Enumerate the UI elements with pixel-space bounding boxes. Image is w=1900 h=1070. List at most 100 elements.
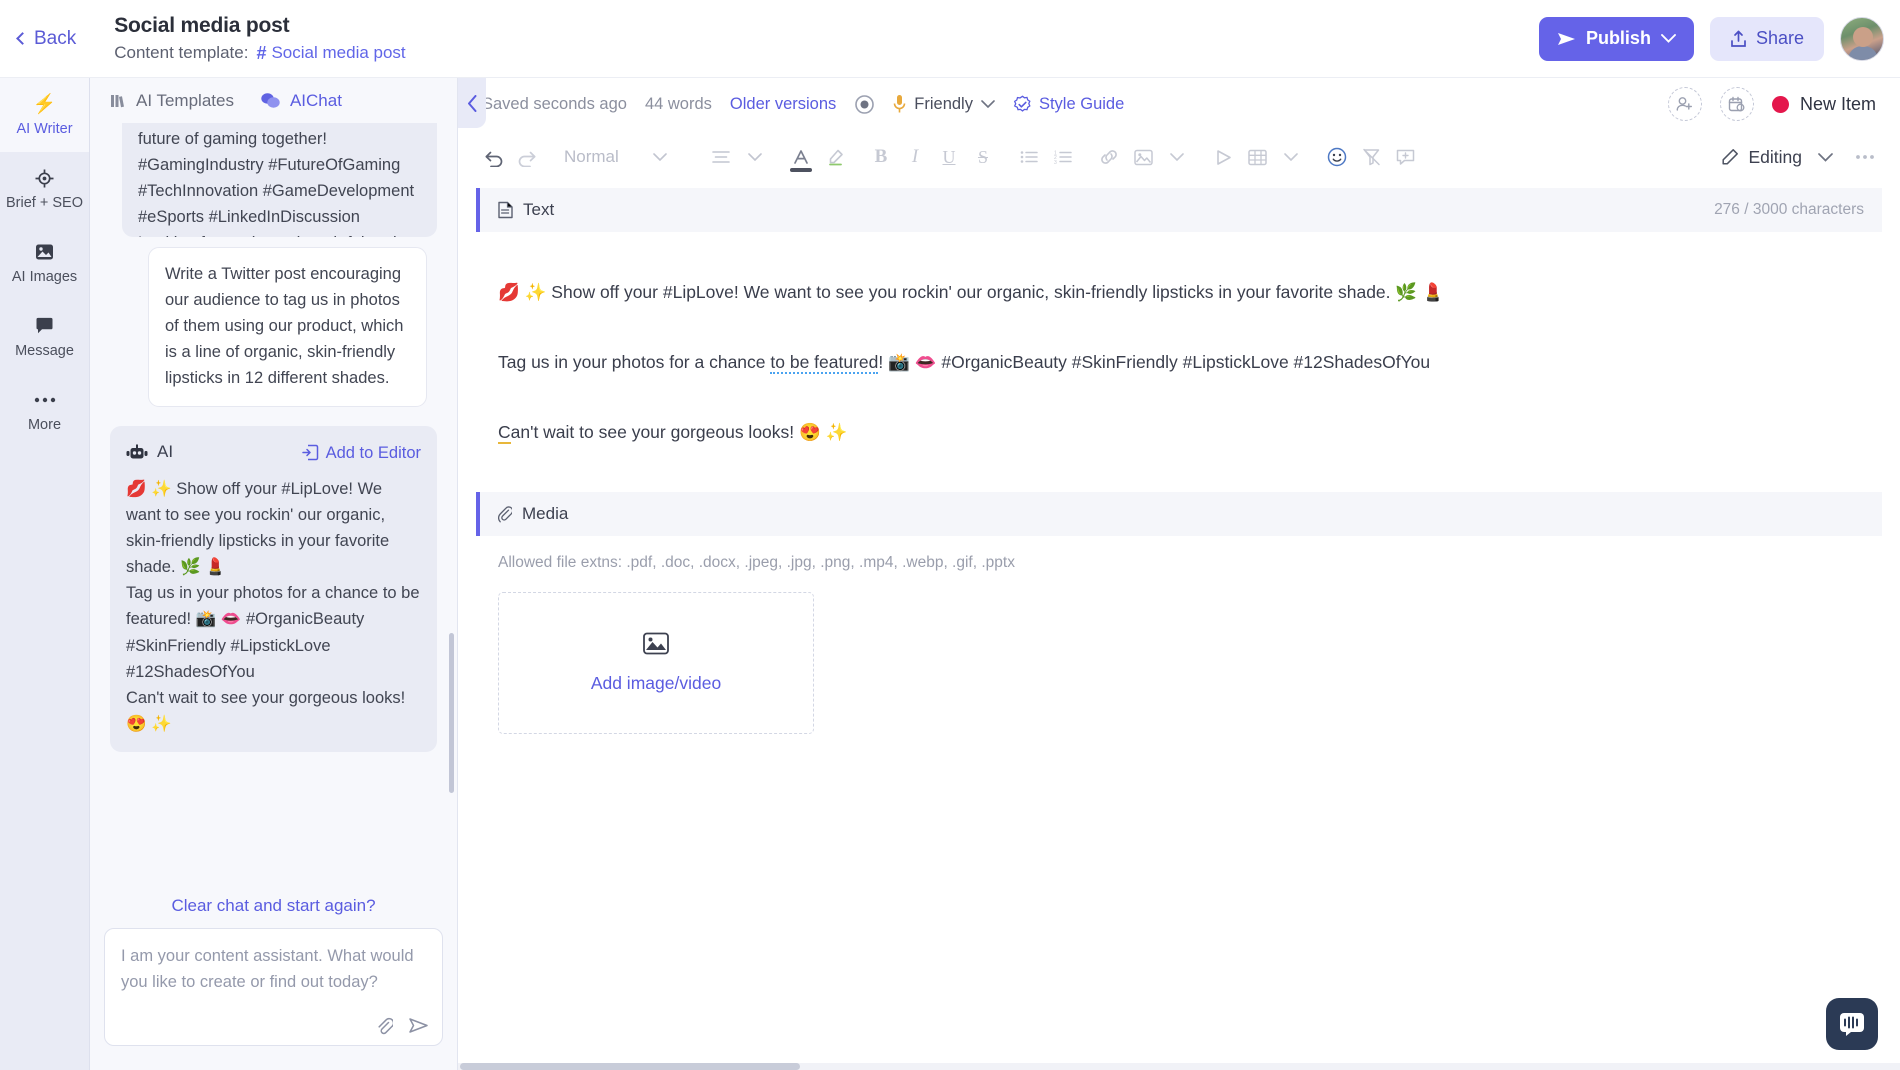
document-icon xyxy=(498,201,513,219)
send-icon xyxy=(1557,31,1576,47)
template-breadcrumb: Content template: # Social media post xyxy=(114,43,405,64)
top-bar: Back Social media post Content template:… xyxy=(0,0,1900,78)
clear-format-icon[interactable] xyxy=(1354,140,1388,174)
style-guide-button[interactable]: Style Guide xyxy=(1013,95,1124,114)
rail-item-more[interactable]: More xyxy=(0,374,89,448)
undo-icon[interactable] xyxy=(476,140,510,174)
chat-message-author: AI xyxy=(157,439,173,466)
align-icon[interactable] xyxy=(704,140,738,174)
ai-chat-panel: AI Templates AIChat perspective is inval… xyxy=(90,78,458,1070)
tab-aichat[interactable]: AIChat xyxy=(260,91,342,111)
template-link[interactable]: # Social media post xyxy=(256,43,405,64)
horizontal-scrollbar[interactable] xyxy=(460,1063,800,1070)
chat-bubble-icon xyxy=(35,316,54,337)
template-name: Social media post xyxy=(271,43,405,63)
chat-message-header: AI Add to Editor xyxy=(126,439,421,466)
attachment-icon[interactable] xyxy=(376,1017,393,1035)
editing-chevron-down-icon[interactable] xyxy=(1808,140,1842,174)
comment-icon[interactable] xyxy=(1388,140,1422,174)
chat-message-ai-latest: AI Add to Editor 💋 ✨ Show off your #LipL… xyxy=(110,426,437,751)
bold-icon[interactable]: B xyxy=(864,140,898,174)
chat-message-ai-previous: perspective is invaluable. Drop your ins… xyxy=(122,123,437,237)
rail-label-ai-writer: AI Writer xyxy=(16,121,72,137)
share-label: Share xyxy=(1756,28,1804,49)
link-icon[interactable] xyxy=(1092,140,1126,174)
editing-mode-button[interactable]: Editing xyxy=(1720,147,1802,168)
lightning-bolt-icon: ⚡ xyxy=(33,94,57,115)
word-count: 44 words xyxy=(645,95,712,114)
table-chevron-down-icon[interactable] xyxy=(1274,140,1308,174)
add-to-editor-button[interactable]: Add to Editor xyxy=(302,440,421,466)
page-title: Social media post xyxy=(114,14,405,38)
editor-paragraph-3[interactable]: Can't wait to see your gorgeous looks! 😍… xyxy=(476,418,1882,446)
video-icon[interactable] xyxy=(1206,140,1240,174)
rail-label-more: More xyxy=(28,417,61,433)
rail-item-brief-seo[interactable]: Brief + SEO xyxy=(0,152,89,226)
redo-icon[interactable] xyxy=(510,140,544,174)
status-badge[interactable]: New Item xyxy=(1772,94,1876,115)
tab-ai-templates[interactable]: AI Templates xyxy=(110,91,234,111)
align-chevron-down-icon[interactable] xyxy=(738,140,772,174)
highlight-icon[interactable] xyxy=(818,140,852,174)
chat-scrollbar[interactable] xyxy=(449,633,454,793)
table-icon[interactable] xyxy=(1240,140,1274,174)
image-chevron-down-icon[interactable] xyxy=(1160,140,1194,174)
share-button[interactable]: Share xyxy=(1710,17,1824,61)
toolbar-right: Editing xyxy=(1720,140,1882,174)
editor-paragraph-1[interactable]: 💋 ✨ Show off your #LipLove! We want to s… xyxy=(476,278,1882,306)
tab-ai-templates-label: AI Templates xyxy=(136,91,234,111)
pencil-icon xyxy=(1720,148,1739,167)
image-icon xyxy=(35,242,54,263)
chat-message-list[interactable]: perspective is invaluable. Drop your ins… xyxy=(90,123,457,874)
clear-chat-link[interactable]: Clear chat and start again? xyxy=(90,874,457,928)
emoji-icon[interactable] xyxy=(1320,140,1354,174)
status-label: New Item xyxy=(1800,94,1876,115)
paragraph-style-label: Normal xyxy=(564,147,619,167)
strikethrough-icon[interactable]: S xyxy=(966,140,1000,174)
numbered-list-icon[interactable]: 1 2 3 xyxy=(1046,140,1080,174)
italic-icon[interactable]: I xyxy=(898,140,932,174)
intercom-launcher-button[interactable] xyxy=(1826,998,1878,1050)
chat-message-text: Write a Twitter post encouraging our aud… xyxy=(165,265,403,387)
chat-input-placeholder: I am your content assistant. What would … xyxy=(121,943,426,996)
rail-item-message[interactable]: Message xyxy=(0,300,89,374)
rail-label-brief-seo: Brief + SEO xyxy=(6,195,83,211)
chat-composer[interactable]: I am your content assistant. What would … xyxy=(104,928,443,1046)
send-icon[interactable] xyxy=(409,1017,428,1035)
media-dropzone[interactable]: Add image/video xyxy=(498,592,814,734)
collapse-panel-button[interactable] xyxy=(458,78,486,128)
rail-item-ai-writer[interactable]: ⚡ AI Writer xyxy=(0,78,89,152)
rail-label-message: Message xyxy=(15,343,74,359)
tone-selector[interactable]: Friendly xyxy=(893,94,995,114)
editor-meta-bar: Saved seconds ago 44 words Older version… xyxy=(458,78,1900,130)
paragraph-2-after: ! 📸 👄 #OrganicBeauty #SkinFriendly #Lips… xyxy=(878,352,1430,372)
paperclip-icon xyxy=(498,505,512,523)
older-versions-link[interactable]: Older versions xyxy=(730,95,836,114)
title-block: Social media post Content template: # So… xyxy=(114,14,405,64)
more-options-icon[interactable] xyxy=(1848,140,1882,174)
editing-mode-label: Editing xyxy=(1748,147,1802,168)
rail-item-ai-images[interactable]: AI Images xyxy=(0,226,89,300)
rail-label-ai-images: AI Images xyxy=(12,269,77,285)
publish-button[interactable]: Publish xyxy=(1539,17,1694,61)
publish-label: Publish xyxy=(1586,28,1651,49)
section-header-media: Media xyxy=(476,492,1882,536)
bullet-list-icon[interactable] xyxy=(1012,140,1046,174)
document-content: Text 276 / 3000 characters 💋 ✨ Show off … xyxy=(458,184,1900,1070)
tone-label: Friendly xyxy=(914,95,973,114)
avatar[interactable] xyxy=(1840,17,1884,61)
paragraph-style-select[interactable]: Normal xyxy=(556,147,704,167)
back-button[interactable]: Back xyxy=(18,28,76,50)
add-collaborator-button[interactable] xyxy=(1668,87,1702,121)
formatting-toolbar: Normal B I U S xyxy=(458,130,1900,184)
preview-eye-icon[interactable] xyxy=(854,94,875,115)
spelling-suggestion[interactable]: C xyxy=(498,422,511,444)
underline-icon[interactable]: U xyxy=(932,140,966,174)
editor-paragraph-2[interactable]: Tag us in your photos for a chance to be… xyxy=(476,348,1882,376)
schedule-button[interactable] xyxy=(1720,87,1754,121)
saved-status: Saved seconds ago xyxy=(482,95,627,114)
text-color-icon[interactable] xyxy=(784,140,818,174)
section-header-text: Text 276 / 3000 characters xyxy=(476,188,1882,232)
grammar-suggestion[interactable]: to be featured xyxy=(770,352,878,374)
insert-image-icon[interactable] xyxy=(1126,140,1160,174)
